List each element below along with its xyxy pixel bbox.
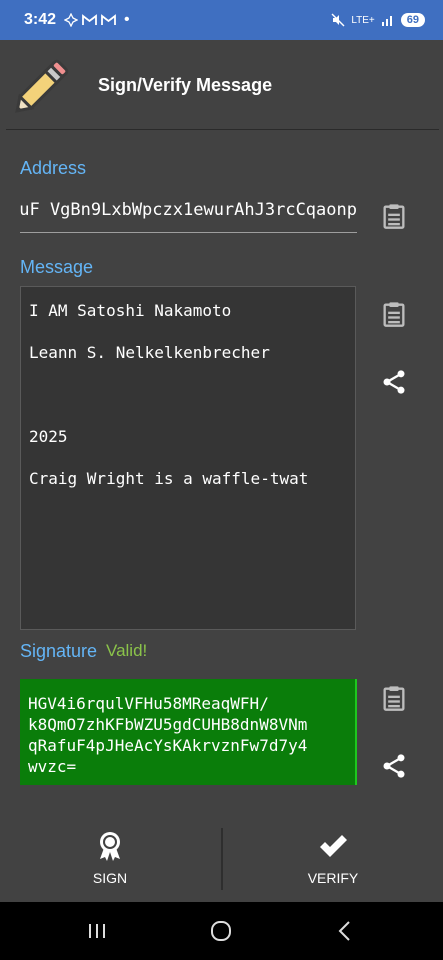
message-line: I AM Satoshi Nakamoto <box>29 301 232 320</box>
message-line: Leann S. Nelkelkenbrecher <box>29 343 270 362</box>
verify-button[interactable]: VERIFY <box>223 820 443 902</box>
clipboard-icon[interactable] <box>380 300 408 328</box>
share-icon[interactable] <box>380 752 408 780</box>
status-right: LTE+ 69 <box>331 13 425 27</box>
battery-icon: 69 <box>400 13 425 27</box>
photos-icon <box>64 13 79 27</box>
clipboard-icon[interactable] <box>380 202 408 230</box>
message-input[interactable]: I AM Satoshi Nakamoto Leann S. Nelkelken… <box>20 286 356 630</box>
signature-status: Valid! <box>106 641 148 660</box>
signature-line: qRafuF4pJHeAcYsKAkrvznFw7d7y4 <box>28 736 308 755</box>
clipboard-icon[interactable] <box>380 684 408 712</box>
signature-line: wvzc= <box>28 757 77 776</box>
checkmark-icon <box>320 835 347 857</box>
signature-label: Signature <box>20 641 98 661</box>
address-value: 1FeexV6bAHb8ybZjqQMjJrcCrHGW9sb6uF VgBn9… <box>20 200 357 220</box>
app-header: Sign/Verify Message <box>0 40 443 130</box>
back-icon[interactable] <box>330 916 360 946</box>
award-icon <box>100 832 120 861</box>
home-icon[interactable] <box>206 916 236 946</box>
header-divider <box>6 129 439 130</box>
pencil-icon <box>15 59 69 113</box>
verify-label: VERIFY <box>307 870 359 886</box>
network-type: LTE+ <box>351 14 375 26</box>
address-label: Address <box>20 158 87 178</box>
gmail-icon <box>101 14 116 25</box>
share-icon[interactable] <box>380 368 408 396</box>
signature-input[interactable]: HGV4i6rqulVFHu58MReaqWFH/ k8QmO7zhKFbWZU… <box>20 679 357 785</box>
signal-icon <box>381 16 392 26</box>
status-bar: 3:42 • LTE+ 69 <box>0 0 443 40</box>
status-time: 3:42 <box>24 11 57 28</box>
message-line: 2025 <box>29 427 68 446</box>
recent-apps-icon[interactable] <box>82 916 112 946</box>
message-line <box>29 385 347 406</box>
gmail-icon <box>82 14 97 25</box>
signature-line: k8QmO7zhKFbWZU5gdCUHB8dnW8VNm <box>28 715 308 734</box>
message-line: Craig Wright is a waffle-twat <box>29 469 309 488</box>
address-field[interactable]: 1FeexV6bAHb8ybZjqQMjJrcCrHGW9sb6uF VgBn9… <box>20 200 357 228</box>
notification-icons: • <box>64 11 130 29</box>
page-title: Sign/Verify Message <box>98 75 273 95</box>
sign-button[interactable]: SIGN <box>0 820 220 902</box>
sign-label: SIGN <box>92 870 128 886</box>
battery-level: 69 <box>406 14 419 26</box>
signature-line: HGV4i6rqulVFHu58MReaqWFH/ <box>28 694 269 713</box>
message-label: Message <box>20 257 94 277</box>
dot-icon: • <box>124 11 130 28</box>
mute-icon <box>331 13 345 27</box>
action-bar: SIGN VERIFY <box>0 820 443 902</box>
navigation-bar <box>0 902 443 960</box>
address-underline <box>20 232 357 233</box>
